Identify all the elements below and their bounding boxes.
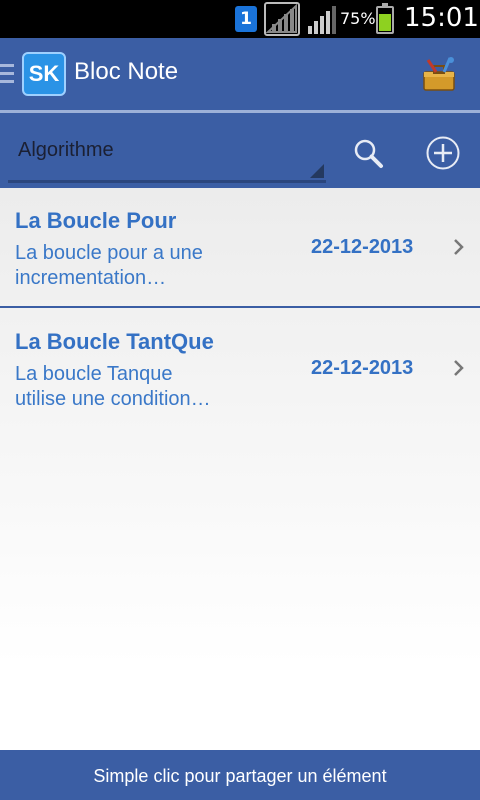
category-label: Algorithme: [18, 139, 114, 161]
list-item[interactable]: La Boucle Pour La boucle pour a une incr…: [0, 188, 480, 308]
share-hint-bar: Simple clic pour partager un élément: [0, 750, 480, 800]
battery-icon: [376, 3, 394, 34]
drawer-icon[interactable]: [0, 64, 14, 84]
clock: 15:01: [404, 3, 479, 33]
category-dropdown[interactable]: Algorithme: [8, 125, 326, 183]
signal-strength-icon: [264, 2, 300, 36]
sim-icon: 1: [235, 6, 257, 32]
share-hint-text: Simple clic pour partager un élément: [93, 766, 387, 786]
toolbox-icon[interactable]: [420, 56, 458, 94]
status-bar: 1 75% 15:01: [0, 0, 480, 38]
note-date: 22-12-2013: [311, 236, 414, 258]
note-description-line: utilise une condition…: [15, 388, 211, 410]
list-item[interactable]: La Boucle TantQue La boucle Tanque utili…: [0, 309, 480, 429]
notes-list: La Boucle Pour La boucle pour a une incr…: [0, 188, 480, 750]
category-toolbar: Algorithme: [0, 113, 480, 188]
note-description-line: La boucle Tanque: [15, 363, 173, 385]
note-description: La boucle pour a une incrementation…: [15, 241, 285, 291]
chevron-right-icon: [452, 359, 466, 377]
note-description-line: La boucle pour a une: [15, 242, 203, 264]
dropdown-corner-icon: [310, 164, 324, 178]
note-description: La boucle Tanque utilise une condition…: [15, 362, 285, 412]
add-circle-icon[interactable]: [425, 135, 461, 171]
note-title: La Boucle TantQue: [15, 329, 214, 354]
signal-strength-icon: [306, 6, 338, 34]
app-logo[interactable]: SK: [22, 52, 66, 96]
note-description-line: incrementation…: [15, 267, 167, 289]
app-title: Bloc Note: [74, 58, 179, 85]
action-bar: SK Bloc Note: [0, 38, 480, 110]
chevron-right-icon: [452, 238, 466, 256]
search-icon[interactable]: [352, 137, 384, 169]
battery-percent: 75%: [340, 9, 376, 28]
note-date: 22-12-2013: [311, 357, 414, 379]
note-title: La Boucle Pour: [15, 208, 177, 233]
